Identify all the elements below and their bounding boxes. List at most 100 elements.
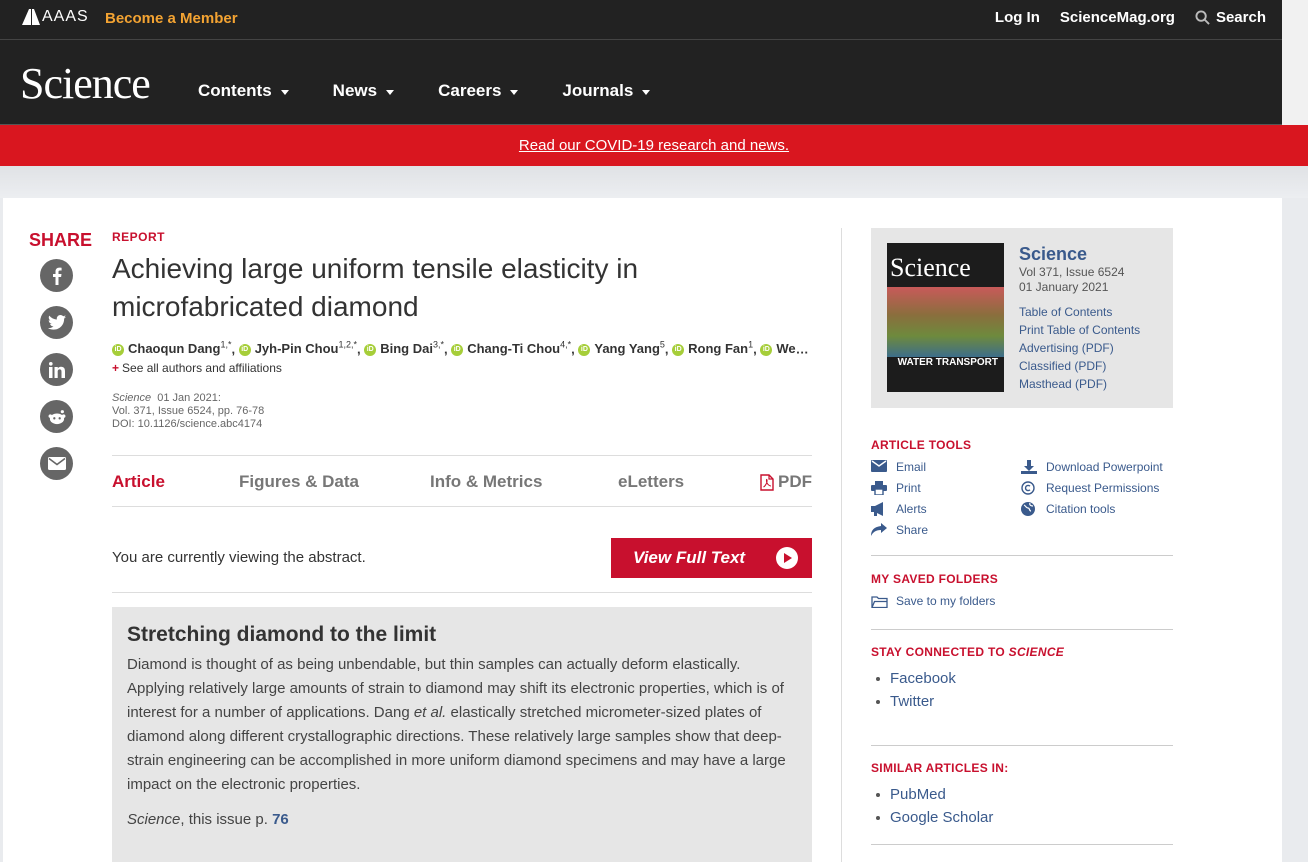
author-affil: 1,2,* xyxy=(338,340,357,350)
author-affil: 3,* xyxy=(432,340,444,350)
issue-date: 01 January 2021 xyxy=(1019,280,1109,294)
similar-articles-heading: SIMILAR ARTICLES IN: xyxy=(871,761,1009,775)
nav-careers-label: Careers xyxy=(438,81,502,100)
email-share-button[interactable] xyxy=(40,447,73,480)
google-scholar-link[interactable]: Google Scholar xyxy=(871,806,1173,829)
covid-link[interactable]: Read our COVID-19 research and news. xyxy=(519,137,789,154)
pdf-icon xyxy=(760,474,774,491)
tool-share-label: Share xyxy=(896,523,929,537)
spacer-band xyxy=(0,166,1308,198)
aaas-logo[interactable]: AAAS xyxy=(22,8,89,26)
author-item[interactable]: iD Yang Yang5 xyxy=(578,340,665,356)
login-link[interactable]: Log In xyxy=(995,9,1040,26)
issue-info: Science Vol 371, Issue 6524 01 January 2… xyxy=(1019,244,1140,393)
tool-share[interactable]: Share xyxy=(871,522,1021,538)
linkedin-share-button[interactable] xyxy=(40,353,73,386)
tool-email[interactable]: Email xyxy=(871,459,1021,475)
orcid-icon: iD xyxy=(364,343,377,356)
summary-title: Stretching diamond to the limit xyxy=(127,623,437,647)
nav-contents[interactable]: Contents xyxy=(198,81,289,101)
tool-print[interactable]: Print xyxy=(871,480,1021,496)
summary-page-link[interactable]: 76 xyxy=(272,811,289,828)
social-links: Facebook Twitter xyxy=(871,667,1173,713)
divider xyxy=(871,844,1173,845)
author-list: iD Chaoqun Dang1,*, iD Jyh-Pin Chou1,2,*, … xyxy=(112,340,812,356)
citation-block: Science 01 Jan 2021: Vol. 371, Issue 652… xyxy=(112,392,812,431)
download-icon xyxy=(1021,460,1037,474)
view-full-text-button[interactable]: View Full Text xyxy=(611,538,812,579)
cover-art xyxy=(887,287,1004,357)
pubmed-link[interactable]: PubMed xyxy=(871,783,1173,806)
tool-print-label: Print xyxy=(896,481,921,495)
tab-figures-data[interactable]: Figures & Data xyxy=(239,472,359,492)
search-icon xyxy=(1195,10,1210,25)
issue-link-toc[interactable]: Table of Contents xyxy=(1019,303,1140,321)
author-item[interactable]: iD Rong Fan1 xyxy=(672,340,753,357)
facebook-link[interactable]: Facebook xyxy=(871,667,1173,690)
viewing-status: You are currently viewing the abstract. xyxy=(112,549,366,567)
see-all-authors[interactable]: + See all authors and affiliations xyxy=(112,361,812,375)
author-item[interactable]: iD Bing Dai3,* xyxy=(364,340,444,357)
nav-news[interactable]: News xyxy=(333,81,395,101)
tab-article[interactable]: Article xyxy=(112,472,165,492)
citation-journal: Science xyxy=(112,392,152,405)
tab-info-metrics[interactable]: Info & Metrics xyxy=(430,472,542,492)
chevron-down-icon xyxy=(642,90,651,95)
facebook-icon xyxy=(52,267,62,285)
issue-link-print-toc[interactable]: Print Table of Contents xyxy=(1019,321,1140,339)
facebook-share-button[interactable] xyxy=(40,259,73,292)
tab-pdf[interactable]: PDF xyxy=(760,472,812,492)
tool-download-powerpoint[interactable]: Download Powerpoint xyxy=(1021,459,1171,475)
tool-alerts[interactable]: Alerts xyxy=(871,501,1021,517)
issue-link-classified[interactable]: Classified (PDF) xyxy=(1019,357,1140,375)
envelope-icon xyxy=(871,460,887,472)
folder-icon xyxy=(871,595,888,608)
science-logo[interactable]: Science xyxy=(20,58,151,109)
tool-citation-tools[interactable]: Citation tools xyxy=(1021,501,1171,517)
issue-cover-image[interactable]: Science WATER TRANSPORT xyxy=(887,243,1004,392)
tools-grid: Email Download Powerpoint Print Request … xyxy=(871,459,1173,538)
similar-articles: SIMILAR ARTICLES IN: PubMed Google Schol… xyxy=(871,761,1173,829)
orcid-icon: iD xyxy=(760,343,773,356)
stay-heading-text: STAY CONNECTED TO xyxy=(871,645,1009,659)
summary-cite-text: , this issue p. xyxy=(180,811,273,829)
covid-banner: Read our COVID-19 research and news. xyxy=(0,125,1308,166)
twitter-link[interactable]: Twitter xyxy=(871,690,1173,713)
citation-doi[interactable]: DOI: 10.1126/science.abc4174 xyxy=(112,418,812,431)
reddit-share-button[interactable] xyxy=(40,400,73,433)
chevron-down-icon xyxy=(280,90,289,95)
nav-contents-label: Contents xyxy=(198,81,272,100)
become-member-link[interactable]: Become a Member xyxy=(105,10,238,27)
top-bar: AAAS Become a Member Log In ScienceMag.o… xyxy=(0,0,1282,40)
search-button[interactable]: Search xyxy=(1195,9,1266,26)
author-item[interactable]: iD Jyh-Pin Chou1,2,* xyxy=(238,340,357,356)
nav-careers[interactable]: Careers xyxy=(438,81,519,101)
twitter-share-button[interactable] xyxy=(40,306,73,339)
share-panel: SHARE xyxy=(29,230,92,494)
tool-request-permissions[interactable]: Request Permissions xyxy=(1021,480,1171,496)
plus-icon: + xyxy=(112,361,120,376)
author-name: Rong Fan xyxy=(688,341,749,357)
author-item[interactable]: iDWeitong L... xyxy=(760,341,812,356)
sciencemag-link[interactable]: ScienceMag.org xyxy=(1060,9,1175,26)
column-divider xyxy=(841,228,842,862)
issue-link-advertising[interactable]: Advertising (PDF) xyxy=(1019,339,1140,357)
stay-heading-em: SCIENCE xyxy=(1008,645,1065,659)
issue-journal-title[interactable]: Science xyxy=(1019,244,1140,265)
main-nav: Science Contents News Careers Journals xyxy=(0,40,1282,125)
cover-headline: WATER TRANSPORT xyxy=(897,357,998,368)
reddit-icon xyxy=(48,409,65,424)
article-main: REPORT Achieving large uniform tensile e… xyxy=(112,230,812,862)
tab-eletters[interactable]: eLetters xyxy=(618,472,684,492)
editor-summary: Stretching diamond to the limit Diamond … xyxy=(112,607,812,862)
article-type: REPORT xyxy=(112,230,166,244)
author-name: Bing Dai xyxy=(380,341,433,357)
author-item[interactable]: iD Chang-Ti Chou4,* xyxy=(451,340,571,356)
nav-journals[interactable]: Journals xyxy=(562,81,651,101)
save-to-folders-link[interactable]: Save to my folders xyxy=(871,594,1173,608)
saved-folders: MY SAVED FOLDERS Save to my folders xyxy=(871,572,1173,608)
author-item[interactable]: iD Chaoqun Dang1,* xyxy=(112,340,231,356)
article-tools-heading: ARTICLE TOOLS xyxy=(871,438,972,452)
issue-link-masthead[interactable]: Masthead (PDF) xyxy=(1019,375,1140,393)
scrollbar[interactable] xyxy=(1282,0,1308,125)
